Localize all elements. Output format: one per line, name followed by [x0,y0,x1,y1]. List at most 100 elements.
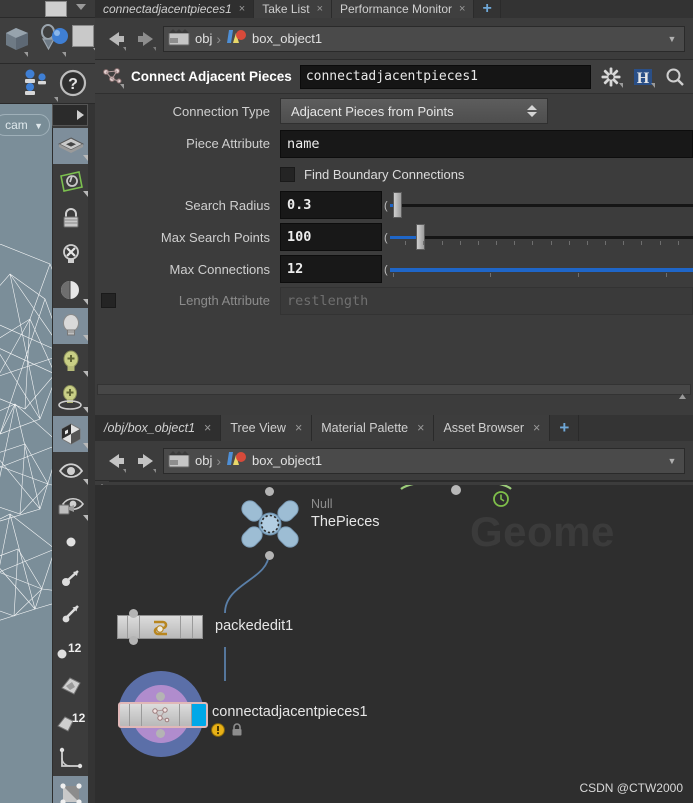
chevron-down-icon[interactable] [76,4,86,10]
search-icon[interactable] [663,65,687,89]
node-output-port[interactable] [265,551,274,560]
point-numbers-button[interactable]: 12 [53,632,89,668]
selection-display-button[interactable] [53,776,89,803]
resize-grip-icon[interactable] [679,388,686,399]
cube-icon[interactable] [2,23,34,59]
light-sphere-icon[interactable] [38,23,70,59]
people-icon[interactable] [20,68,58,102]
forward-arrow-icon[interactable] [133,448,159,474]
scene-lights-button[interactable] [53,308,89,344]
node-input-port[interactable] [156,692,165,701]
search-radius-slider[interactable]: ( [384,191,693,219]
gear-icon[interactable] [599,65,623,89]
spinner-icon[interactable] [527,105,537,117]
houdini-h-icon[interactable]: H [631,65,655,89]
tab-performance-monitor[interactable]: Performance Monitor × [332,0,475,18]
display-mode-button[interactable] [53,128,89,164]
max-connections-slider[interactable]: ( [384,255,693,283]
close-icon[interactable]: × [239,3,245,15]
add-tab-button[interactable]: + [474,0,501,18]
close-icon[interactable]: × [295,421,302,435]
chevron-down-icon[interactable]: ▼ [664,34,680,44]
tab-material-palette[interactable]: Material Palette × [312,415,435,441]
length-attribute-label: Length Attribute [178,293,270,308]
primitive-display-button[interactable] [53,668,89,704]
find-boundary-checkbox[interactable] [280,166,295,182]
close-icon[interactable]: × [459,3,465,15]
close-icon[interactable]: × [533,421,540,435]
scene-viewport[interactable]: cam ▼ [0,104,52,803]
node-name-input[interactable]: connectadjacentpieces1 [299,64,591,89]
primitive-numbers-button[interactable]: 12 [53,704,89,740]
path-segment-obj[interactable]: obj [168,450,212,471]
node-thepieces[interactable] [239,487,301,560]
node-output-port[interactable] [156,729,165,738]
white-swatch-button[interactable] [45,1,67,17]
point-vectors-button[interactable] [53,596,89,632]
sop-node-body[interactable] [117,615,203,639]
square-icon[interactable] [72,25,97,55]
forward-arrow-icon[interactable] [133,26,159,52]
max-search-points-slider[interactable]: ( [384,223,693,251]
headlight-button[interactable] [53,272,89,308]
tab-label: Tree View [230,421,286,435]
close-icon[interactable]: × [417,421,424,435]
ambient-occlusion-button[interactable] [53,380,89,416]
tab-label: Material Palette [321,421,409,435]
measure-tool-button[interactable] [53,740,89,776]
node-output-port[interactable] [129,636,138,645]
network-path-field[interactable]: obj › box_object1 ▼ [163,447,685,474]
network-editor-pane: /obj/box_object1 × Tree View × Material … [95,415,693,803]
rail-scroll-up-button[interactable] [52,104,88,126]
path-segment-node[interactable]: box_object1 [225,450,322,471]
chevron-down-icon[interactable]: ▼ [664,456,680,466]
material-display-button[interactable] [53,416,89,452]
warning-badge[interactable] [211,723,225,740]
question-icon[interactable]: ? [58,68,90,100]
back-arrow-icon[interactable] [103,26,129,52]
piece-attribute-input[interactable]: name [280,129,693,158]
prim-number-12-icon: 12 [57,711,86,732]
max-search-points-input[interactable]: 100 [280,223,382,251]
search-radius-input[interactable]: 0.3 [280,191,382,219]
selection-mode-button[interactable] [53,164,89,200]
node-input-port[interactable] [129,609,138,618]
tab-take-list[interactable]: Take List × [254,0,332,18]
find-boundary-label: Find Boundary Connections [304,166,465,182]
path-separator: › [216,30,222,47]
viewport-camera-label[interactable]: cam ▼ [0,114,50,136]
path-segment-node[interactable]: box_object1 [225,28,322,49]
view-ghost-button[interactable] [53,452,89,488]
length-attribute-checkbox[interactable] [101,293,116,308]
parameter-path-bar: obj › box_object1 ▼ [95,18,693,60]
green-lasso-icon [60,171,83,192]
node-packededit1[interactable] [117,609,203,645]
no-light-button[interactable] [53,236,89,272]
connection-type-dropdown[interactable]: Adjacent Pieces from Points [280,98,548,124]
network-canvas[interactable]: Geome Null ThePieces packededit1 connect… [95,485,693,803]
lock-view-button[interactable] [53,200,89,236]
tab-asset-browser[interactable]: Asset Browser × [434,415,551,441]
back-arrow-icon[interactable] [103,448,129,474]
ghost-other-objects-button[interactable] [53,488,89,524]
point-display-button[interactable] [53,524,89,560]
tab-connectadjacentpieces1[interactable]: connectadjacentpieces1 × [95,0,255,18]
node-input-port[interactable] [265,487,274,496]
tab-obj-box-object1[interactable]: /obj/box_object1 × [95,415,222,441]
tab-tree-view[interactable]: Tree View × [221,415,313,441]
add-network-tab-button[interactable]: + [550,415,580,441]
display-flag[interactable] [192,704,206,726]
high-quality-light-button[interactable] [53,344,89,380]
path-segment-obj[interactable]: obj [168,28,212,49]
close-icon[interactable]: × [317,3,323,15]
length-attribute-input[interactable]: restlength [280,286,693,315]
close-icon[interactable]: × [204,421,211,435]
lock-badge[interactable] [231,723,243,740]
sop-node-body[interactable] [118,702,208,728]
parameter-horizontal-scrollbar[interactable] [97,384,691,399]
max-connections-input[interactable]: 12 [280,255,382,283]
node-path-field[interactable]: obj › box_object1 ▼ [163,25,685,52]
eye-icon [58,463,84,478]
point-normals-button[interactable] [53,560,89,596]
rail-scrollbar[interactable] [88,104,95,803]
